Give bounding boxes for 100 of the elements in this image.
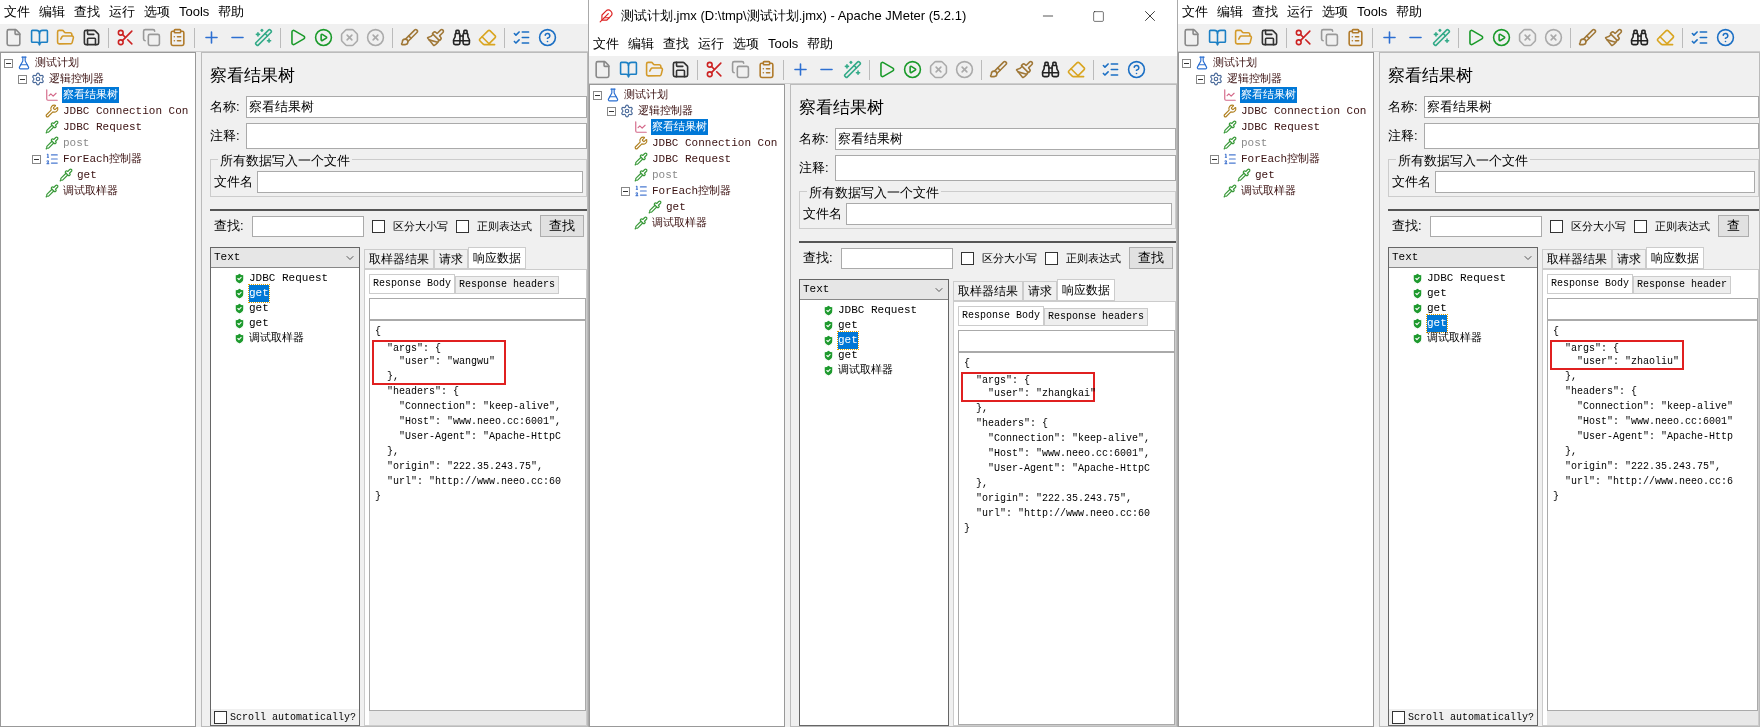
tree-toggle-icon[interactable] [593,90,602,100]
expand-icon[interactable] [202,28,221,47]
tab[interactable]: 响应数据 [1646,247,1704,269]
help-icon[interactable] [1127,60,1146,79]
menu-item[interactable]: 选项 [733,34,759,54]
tree-item[interactable]: 调试取样器 [62,182,119,200]
menu-item[interactable]: 查找 [663,34,689,54]
search-button[interactable]: 查 [1717,215,1749,237]
result-item[interactable]: get [249,315,269,332]
tree-toggle-icon[interactable] [621,186,630,196]
tree-item[interactable]: JDBC Connection Con [651,134,779,152]
stop-icon[interactable] [1518,28,1537,47]
checkbox[interactable] [1549,219,1563,233]
checkbox[interactable] [1392,710,1405,724]
menu-item[interactable]: 文件 [593,34,619,54]
filename-field[interactable] [257,171,583,193]
tab[interactable]: Response Body [958,306,1044,326]
tree-item[interactable]: 测试计划 [34,54,80,72]
start-icon[interactable] [877,60,896,79]
tab[interactable]: Response headers [1044,308,1149,326]
tree-toggle-icon[interactable] [1210,154,1219,164]
tree-item[interactable]: JDBC Request [1240,118,1322,136]
list-icon[interactable] [1690,28,1709,47]
menu-item[interactable]: Tools [179,2,210,22]
expand-icon[interactable] [791,60,810,79]
shutdown-icon[interactable] [366,28,385,47]
checkbox[interactable] [1633,219,1647,233]
cut-icon[interactable] [1294,28,1313,47]
list-icon[interactable] [512,28,531,47]
name-field[interactable]: 察看结果树 [1423,95,1759,118]
maximize-icon[interactable] [1092,9,1105,23]
tree-item[interactable]: 逻辑控制器 [637,102,694,120]
comment-field[interactable] [1423,122,1759,149]
open-folder-icon[interactable] [645,60,664,79]
menu-item[interactable]: 运行 [698,34,724,54]
menu-item[interactable]: Tools [1357,2,1388,22]
tab[interactable]: 响应数据 [468,247,526,269]
result-item[interactable]: JDBC Request [249,270,329,287]
tab[interactable]: Response Body [369,274,455,294]
search-field[interactable] [1429,215,1542,237]
binoculars-icon[interactable] [1630,28,1649,47]
tab[interactable]: 响应数据 [1057,279,1115,301]
clear-all-icon[interactable] [1015,60,1034,79]
new-file-icon[interactable] [1182,28,1201,47]
menu-item[interactable]: 运行 [109,2,135,22]
binoculars-icon[interactable] [1041,60,1060,79]
result-item[interactable]: get [1427,285,1447,302]
tree-item[interactable]: ForEach控制器 [1240,150,1322,168]
menu-item[interactable]: 帮助 [1396,2,1423,22]
tree-toggle-icon[interactable] [18,74,27,84]
tree-item[interactable]: 察看结果树 [62,86,119,104]
tree-item[interactable]: get [665,198,687,216]
tab[interactable]: 取样器结果 [364,249,434,269]
save-icon[interactable] [1260,28,1279,47]
stop-icon[interactable] [340,28,359,47]
paste-icon[interactable] [1346,28,1365,47]
tree-toggle-icon[interactable] [607,106,616,116]
new-file-icon[interactable] [4,28,23,47]
renderer-dropdown[interactable]: Text [1389,248,1537,268]
result-item[interactable]: 调试取样器 [249,330,304,347]
tree-toggle-icon[interactable] [4,58,13,68]
tree-item[interactable]: 察看结果树 [1240,86,1297,104]
paste-icon[interactable] [168,28,187,47]
result-item[interactable]: get [838,332,858,349]
result-item[interactable]: get [249,285,269,302]
result-item[interactable]: JDBC Request [838,302,918,319]
tree-item[interactable]: 逻辑控制器 [48,70,105,88]
comment-field[interactable] [245,122,587,149]
horizontal-scrollbar[interactable] [1547,711,1758,725]
copy-icon[interactable] [731,60,750,79]
tree-item[interactable]: JDBC Connection Con [62,102,190,120]
response-search-field[interactable] [1547,298,1758,320]
result-item[interactable]: 调试取样器 [838,362,893,379]
checkbox[interactable] [214,710,227,724]
stop-icon[interactable] [929,60,948,79]
clear-all-icon[interactable] [1604,28,1623,47]
renderer-dropdown[interactable]: Text [211,248,359,268]
response-search-field[interactable] [369,298,586,320]
tree-toggle-icon[interactable] [32,154,41,164]
save-icon[interactable] [82,28,101,47]
search-button[interactable]: 查找 [1128,247,1173,269]
tree-item[interactable]: JDBC Connection Con [1240,102,1368,120]
clear-icon[interactable] [989,60,1008,79]
checkbox[interactable] [1044,251,1058,265]
cut-icon[interactable] [116,28,135,47]
tree-item[interactable]: 察看结果树 [651,118,708,136]
clear-icon[interactable] [1578,28,1597,47]
search-button[interactable]: 查找 [539,215,584,237]
open-folder-icon[interactable] [1234,28,1253,47]
menu-item[interactable]: 运行 [1287,2,1313,22]
menu-item[interactable]: 编辑 [628,34,654,54]
renderer-dropdown[interactable]: Text [800,280,948,300]
checkbox[interactable] [371,219,385,233]
start-icon[interactable] [1466,28,1485,47]
tab[interactable]: 请求 [434,249,468,269]
tab[interactable]: 取样器结果 [1542,249,1612,269]
horizontal-scrollbar[interactable] [369,711,586,725]
expand-icon[interactable] [1380,28,1399,47]
menu-item[interactable]: 查找 [1252,2,1278,22]
tree-item[interactable]: 测试计划 [623,86,669,104]
